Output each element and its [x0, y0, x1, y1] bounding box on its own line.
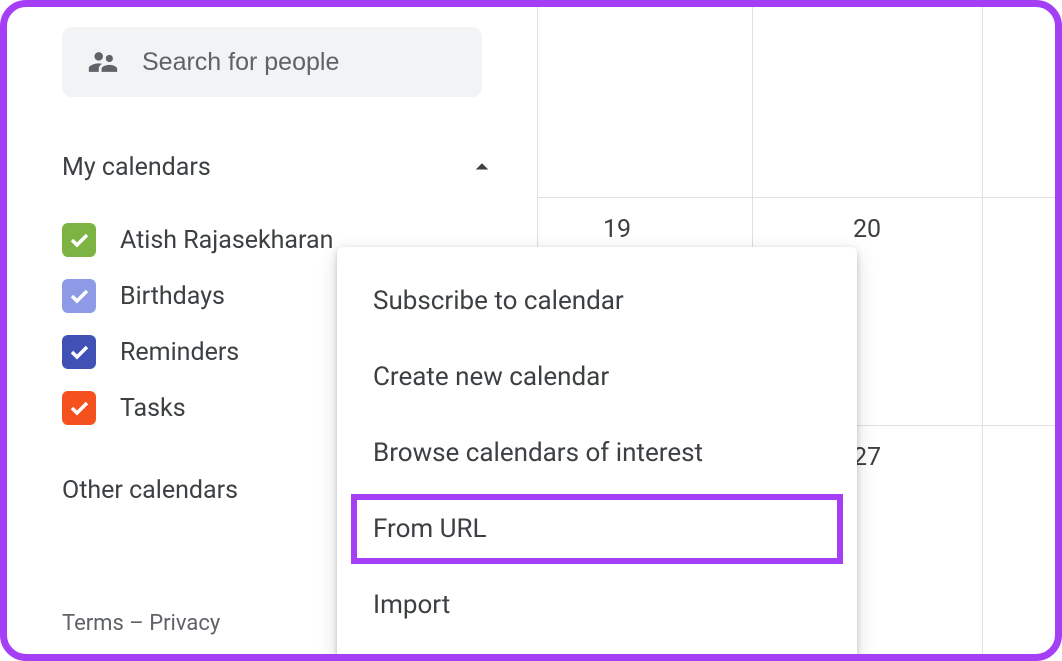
checkmark-icon	[67, 228, 91, 252]
menu-subscribe[interactable]: Subscribe to calendar	[337, 263, 857, 339]
privacy-link[interactable]: Privacy	[149, 611, 220, 636]
add-calendar-menu: Subscribe to calendar Create new calenda…	[337, 247, 857, 654]
checkmark-icon	[67, 396, 91, 420]
chevron-up-icon	[467, 152, 497, 182]
grid-date: 19	[587, 215, 647, 244]
footer-separator: –	[124, 611, 149, 636]
calendar-checkbox[interactable]	[62, 335, 96, 369]
calendar-checkbox[interactable]	[62, 223, 96, 257]
menu-browse[interactable]: Browse calendars of interest	[337, 415, 857, 491]
grid-date: 20	[837, 215, 897, 244]
calendar-label: Birthdays	[120, 282, 225, 311]
search-input[interactable]	[142, 48, 458, 77]
calendar-label: Reminders	[120, 338, 239, 367]
checkmark-icon	[67, 340, 91, 364]
my-calendars-header[interactable]: My calendars	[7, 142, 537, 192]
calendar-checkbox[interactable]	[62, 391, 96, 425]
search-people-box[interactable]	[62, 27, 482, 97]
terms-link[interactable]: Terms	[62, 611, 124, 636]
menu-import[interactable]: Import	[337, 567, 857, 643]
menu-create-new[interactable]: Create new calendar	[337, 339, 857, 415]
footer-links: Terms – Privacy	[62, 611, 220, 636]
checkmark-icon	[67, 284, 91, 308]
calendar-checkbox[interactable]	[62, 279, 96, 313]
other-calendars-title: Other calendars	[62, 476, 238, 505]
calendar-label: Atish Rajasekharan	[120, 226, 333, 255]
my-calendars-title: My calendars	[62, 153, 211, 182]
calendar-label: Tasks	[120, 394, 186, 423]
people-icon	[86, 45, 120, 79]
menu-from-url[interactable]: From URL	[337, 491, 857, 567]
